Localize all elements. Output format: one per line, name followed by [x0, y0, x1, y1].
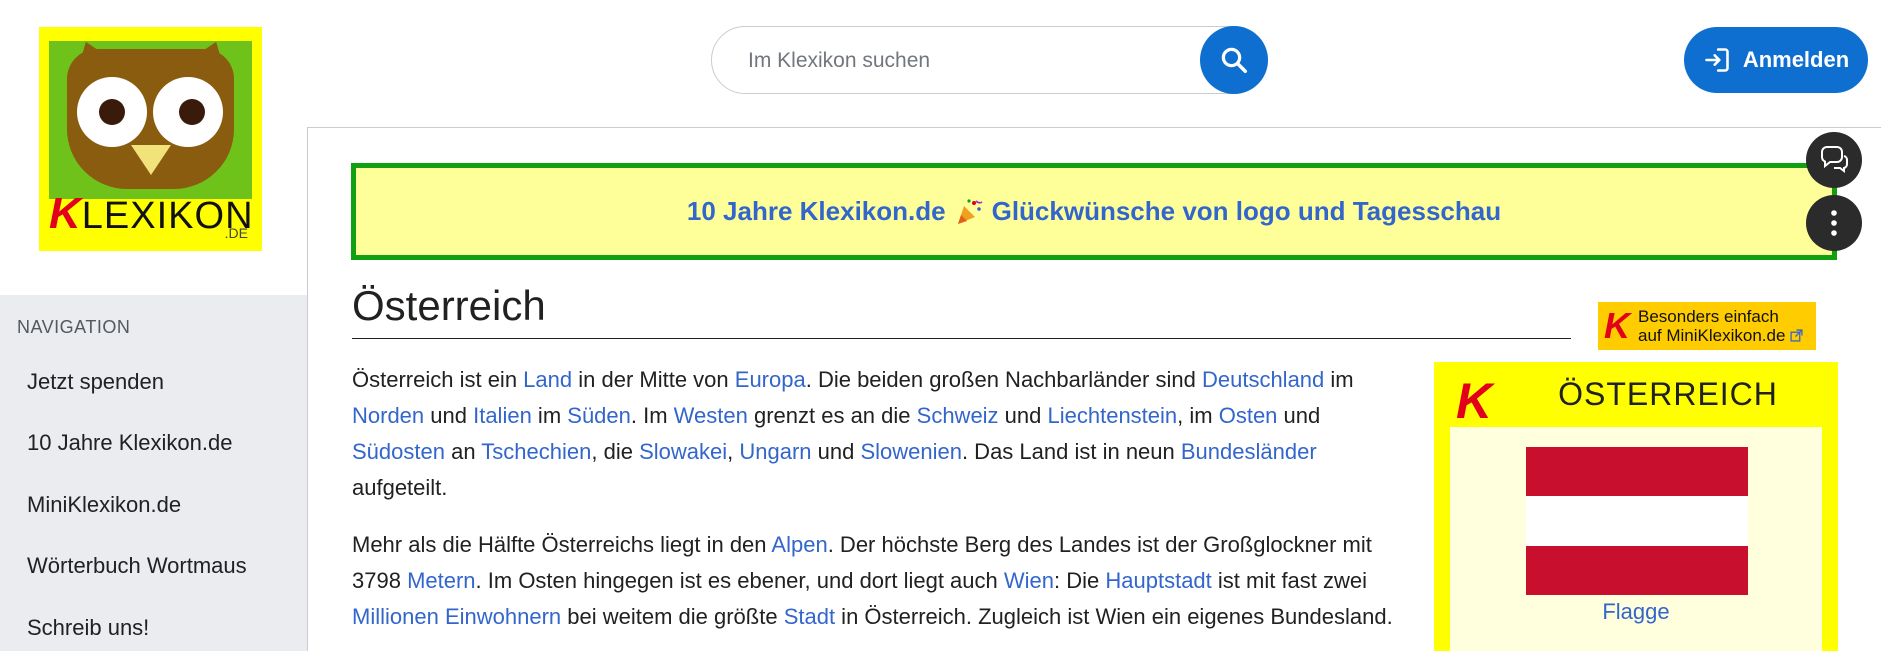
article-link[interactable]: Wien: [1004, 568, 1054, 593]
search-input[interactable]: [746, 41, 1170, 81]
article-link[interactable]: Westen: [674, 403, 748, 428]
flag-stripe: [1526, 447, 1748, 497]
article-text: bei weitem die größte: [561, 604, 784, 629]
article-link[interactable]: Liechtenstein: [1048, 403, 1178, 428]
owl-eye-right: [153, 77, 223, 147]
logo-suffix: .DE: [224, 225, 248, 241]
anniversary-banner: 10 Jahre Klexikon.de Glückwünsche von lo…: [351, 163, 1837, 260]
external-link-icon: [1790, 329, 1803, 342]
more-vertical-icon: [1831, 210, 1837, 236]
miniklexikon-text: Besonders einfach auf MiniKlexikon.de: [1638, 307, 1803, 345]
article-link[interactable]: Norden: [352, 403, 424, 428]
article-text: Mehr als die Hälfte Österreichs liegt in…: [352, 532, 772, 557]
article-link[interactable]: Deutschland: [1202, 367, 1324, 392]
article-link[interactable]: Slowenien: [860, 439, 962, 464]
party-popper-icon: [957, 198, 983, 224]
site-logo[interactable]: KLEXIKON .DE: [39, 27, 262, 251]
logo-wordmark: KLEXIKON: [49, 189, 254, 238]
article-link[interactable]: Italien: [473, 403, 532, 428]
article-text: Österreich ist ein: [352, 367, 524, 392]
article-link[interactable]: Hauptstadt: [1105, 568, 1211, 593]
miniklexikon-k-logo: K: [1604, 305, 1630, 346]
article-text: in Österreich. Zugleich ist Wien ein eig…: [835, 604, 1393, 629]
chat-button[interactable]: [1806, 132, 1862, 188]
flag-stripe: [1526, 496, 1748, 546]
sidebar-item-donate[interactable]: Jetzt spenden: [27, 369, 164, 395]
article-text: und: [1277, 403, 1321, 428]
article-link[interactable]: Süden: [567, 403, 631, 428]
article-link[interactable]: Europa: [735, 367, 806, 392]
sidebar-item-10-years[interactable]: 10 Jahre Klexikon.de: [27, 430, 232, 456]
article-paragraph-2: Mehr als die Hälfte Österreichs liegt in…: [352, 527, 1407, 635]
article-text: ,: [727, 439, 740, 464]
article-text: und: [424, 403, 474, 428]
article-text: , im: [1177, 403, 1219, 428]
infobox-title: ÖSTERREICH: [1558, 376, 1778, 412]
article-paragraph-1: Österreich ist ein Land in der Mitte von…: [352, 362, 1407, 506]
login-button[interactable]: Anmelden: [1684, 27, 1868, 93]
title-divider: [352, 338, 1571, 339]
article-text: und: [811, 439, 861, 464]
article-text: , die: [591, 439, 640, 464]
article-text: . Im Osten hingegen ist es ebener, und d…: [475, 568, 1004, 593]
sidebar-navigation: NAVIGATION Jetzt spenden 10 Jahre Klexik…: [0, 295, 307, 651]
owl-beak: [131, 145, 171, 175]
article-text: . Im: [630, 403, 674, 428]
flag-caption-link[interactable]: Flagge: [1434, 599, 1838, 625]
banner-link-congratulations[interactable]: Glückwünsche von logo und Tagesschau: [992, 196, 1502, 227]
page-title: Österreich: [352, 282, 546, 329]
article-link[interactable]: Metern: [407, 568, 475, 593]
austria-flag-image[interactable]: [1526, 447, 1748, 595]
login-label: Anmelden: [1742, 47, 1850, 72]
article-text: und: [998, 403, 1048, 428]
article-link[interactable]: Slowakei: [639, 439, 727, 464]
article-text: im: [531, 403, 568, 428]
search-button[interactable]: [1200, 26, 1268, 94]
article-text: an: [444, 439, 482, 464]
sidebar-item-contact[interactable]: Schreib uns!: [27, 615, 149, 641]
more-options-button[interactable]: [1806, 195, 1862, 251]
sidebar-item-dictionary[interactable]: Wörterbuch Wortmaus: [27, 553, 247, 579]
country-infobox: K ÖSTERREICH Flagge: [1434, 362, 1838, 651]
article-text: : Die: [1054, 568, 1106, 593]
article-text: ist mit fast zwei: [1211, 568, 1368, 593]
article-text: . Das Land ist in neun: [961, 439, 1181, 464]
article-text: . Die beiden großen Nachbarländer sind: [805, 367, 1202, 392]
miniklexikon-link[interactable]: K Besonders einfach auf MiniKlexikon.de: [1598, 302, 1816, 350]
sidebar-heading: NAVIGATION: [17, 317, 131, 337]
infobox-k-logo: K: [1456, 373, 1493, 429]
article-link[interactable]: Tschechien: [481, 439, 591, 464]
chat-icon: [1821, 146, 1848, 173]
search-icon: [1221, 47, 1247, 73]
article-link[interactable]: Stadt: [784, 604, 835, 629]
article-link[interactable]: Millionen: [352, 604, 439, 629]
article-link[interactable]: Einwohnern: [445, 604, 561, 629]
search-box: [711, 26, 1268, 94]
article-text: aufgeteilt.: [352, 475, 448, 500]
article-link[interactable]: Alpen: [771, 532, 827, 557]
article-link[interactable]: Osten: [1219, 403, 1278, 428]
article-link[interactable]: Schweiz: [917, 403, 999, 428]
article-link[interactable]: Ungarn: [739, 439, 811, 464]
owl-eye-left: [77, 77, 147, 147]
article-link[interactable]: Land: [523, 367, 572, 392]
article-text: im: [1324, 367, 1354, 392]
sidebar-item-miniklexikon[interactable]: MiniKlexikon.de: [27, 492, 181, 518]
article-text: grenzt es an die: [747, 403, 917, 428]
login-icon: [1705, 48, 1729, 72]
article-text: in der Mitte von: [572, 367, 735, 392]
banner-link-10-years[interactable]: 10 Jahre Klexikon.de: [687, 196, 946, 227]
flag-stripe: [1526, 545, 1748, 595]
article-link[interactable]: Südosten: [352, 439, 445, 464]
article-link[interactable]: Bundesländer: [1181, 439, 1317, 464]
